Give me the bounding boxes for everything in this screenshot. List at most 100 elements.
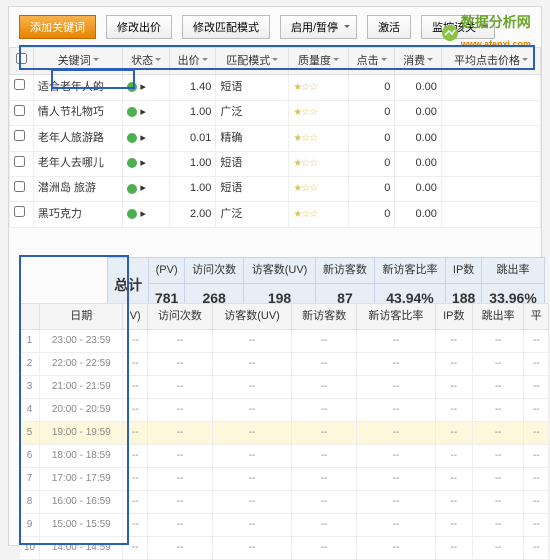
click-cell: 0 — [348, 176, 395, 201]
kw-cell: 黑巧克力 — [33, 202, 122, 227]
dcol-pv[interactable]: V) — [123, 304, 148, 330]
dash-cell: -- — [212, 422, 291, 445]
dash-cell: -- — [123, 353, 148, 376]
dcol-ip[interactable]: IP数 — [435, 304, 472, 330]
quality-cell: ★☆☆ — [289, 202, 349, 227]
time-cell: 14:00 - 14:59 — [40, 537, 123, 560]
dash-cell: -- — [472, 514, 524, 537]
edit-match-button[interactable]: 修改匹配模式 — [182, 15, 270, 39]
dash-cell: -- — [147, 468, 212, 491]
dash-cell: -- — [212, 514, 291, 537]
row-checkbox[interactable] — [14, 181, 25, 192]
detail-row[interactable]: 717:00 - 17:59---------------- — [20, 468, 549, 491]
detail-row[interactable]: 420:00 - 20:59---------------- — [20, 399, 549, 422]
status-active-icon — [127, 82, 137, 92]
cost-cell: 0.00 — [395, 100, 442, 125]
dash-cell: -- — [357, 353, 435, 376]
table-row[interactable]: 情人节礼物巧 ▸1.00广泛★☆☆00.00 — [10, 100, 541, 125]
detail-row[interactable]: 321:00 - 21:59---------------- — [20, 376, 549, 399]
dash-cell: -- — [147, 422, 212, 445]
time-cell: 18:00 - 18:59 — [40, 445, 123, 468]
row-checkbox[interactable] — [14, 79, 25, 90]
dash-cell: -- — [147, 353, 212, 376]
star-icon: ★☆☆ — [293, 209, 317, 220]
table-row[interactable]: 老年人去哪儿 ▸1.00短语★☆☆00.00 — [10, 151, 541, 176]
col-cost[interactable]: 消费 — [395, 48, 442, 75]
click-cell: 0 — [348, 151, 395, 176]
dash-cell: -- — [435, 399, 472, 422]
dash-cell: -- — [435, 445, 472, 468]
table-row[interactable]: 老年人旅游路 ▸0.01精确★☆☆00.00 — [10, 126, 541, 151]
dash-cell: -- — [435, 353, 472, 376]
dash-cell: -- — [292, 422, 357, 445]
row-checkbox[interactable] — [14, 130, 25, 141]
kw-cell: 老年人旅游路 — [33, 126, 122, 151]
bid-cell: 0.01 — [169, 126, 216, 151]
match-cell: 精确 — [216, 126, 289, 151]
row-checkbox[interactable] — [14, 206, 25, 217]
select-all-checkbox[interactable] — [16, 53, 27, 64]
match-cell: 广泛 — [216, 100, 289, 125]
dash-cell: -- — [472, 537, 524, 560]
sum-new: 新访客数 — [315, 258, 374, 284]
col-status[interactable]: 状态 — [123, 48, 170, 75]
kw-cell: 潜洲岛 旅游 — [33, 176, 122, 201]
table-row[interactable]: 潜洲岛 旅游 ▸1.00短语★☆☆00.00 — [10, 176, 541, 201]
detail-row[interactable]: 519:00 - 19:59---------------- — [20, 422, 549, 445]
dash-cell: -- — [472, 353, 524, 376]
table-row[interactable]: 黑巧克力 ▸2.00广泛★☆☆00.00 — [10, 202, 541, 227]
cost-cell: 0.00 — [395, 202, 442, 227]
col-quality[interactable]: 质量度 — [289, 48, 349, 75]
row-num: 9 — [20, 514, 40, 537]
detail-row[interactable]: 222:00 - 22:59---------------- — [20, 353, 549, 376]
table-row[interactable]: 适合老年人的 ▸1.40短语★☆☆00.00 — [10, 75, 541, 100]
detail-row[interactable]: 915:00 - 15:59---------------- — [20, 514, 549, 537]
dash-cell: -- — [435, 330, 472, 353]
detail-row[interactable]: 618:00 - 18:59---------------- — [20, 445, 549, 468]
site-logo: 数据分析网www.afenxi.com — [441, 13, 531, 52]
dash-cell: -- — [357, 514, 435, 537]
col-keyword[interactable]: 关键词 — [33, 48, 122, 75]
dash-cell: -- — [435, 491, 472, 514]
dash-cell: -- — [292, 537, 357, 560]
row-checkbox[interactable] — [14, 156, 25, 167]
cost-cell: 0.00 — [395, 126, 442, 151]
dash-cell: -- — [524, 537, 549, 560]
dash-cell: -- — [123, 514, 148, 537]
logo-icon — [441, 24, 459, 42]
sum-pv: (PV) — [149, 258, 185, 284]
dash-cell: -- — [212, 353, 291, 376]
dash-cell: -- — [212, 399, 291, 422]
dcol-visits[interactable]: 访问次数 — [147, 304, 212, 330]
col-match[interactable]: 匹配模式 — [216, 48, 289, 75]
col-bid[interactable]: 出价 — [169, 48, 216, 75]
row-num: 8 — [20, 491, 40, 514]
dcol-date[interactable]: 日期 — [40, 304, 123, 330]
dash-cell: -- — [435, 468, 472, 491]
kw-cell: 老年人去哪儿 — [33, 151, 122, 176]
star-icon: ★☆☆ — [293, 133, 317, 144]
time-cell: 22:00 - 22:59 — [40, 353, 123, 376]
match-cell: 短语 — [216, 176, 289, 201]
time-cell: 20:00 - 20:59 — [40, 399, 123, 422]
match-cell: 短语 — [216, 151, 289, 176]
detail-row[interactable]: 123:00 - 23:59---------------- — [20, 330, 549, 353]
dash-cell: -- — [357, 468, 435, 491]
dash-cell: -- — [524, 445, 549, 468]
row-checkbox[interactable] — [14, 105, 25, 116]
dcol-uv[interactable]: 访客数(UV) — [212, 304, 291, 330]
edit-bid-button[interactable]: 修改出价 — [106, 15, 172, 39]
dash-cell: -- — [524, 422, 549, 445]
detail-row[interactable]: 1014:00 - 14:59---------------- — [20, 537, 549, 560]
dcol-newrate[interactable]: 新访客比率 — [357, 304, 435, 330]
dcol-avg[interactable]: 平 — [524, 304, 549, 330]
activate-button[interactable]: 激活 — [367, 15, 411, 39]
dcol-bounce[interactable]: 跳出率 — [472, 304, 524, 330]
enable-pause-button[interactable]: 启用/暂停 — [280, 15, 357, 39]
avg-cell — [441, 176, 540, 201]
add-keyword-button[interactable]: 添加关键词 — [19, 15, 96, 39]
dcol-new[interactable]: 新访客数 — [292, 304, 357, 330]
click-cell: 0 — [348, 100, 395, 125]
detail-row[interactable]: 816:00 - 16:59---------------- — [20, 491, 549, 514]
col-click[interactable]: 点击 — [348, 48, 395, 75]
